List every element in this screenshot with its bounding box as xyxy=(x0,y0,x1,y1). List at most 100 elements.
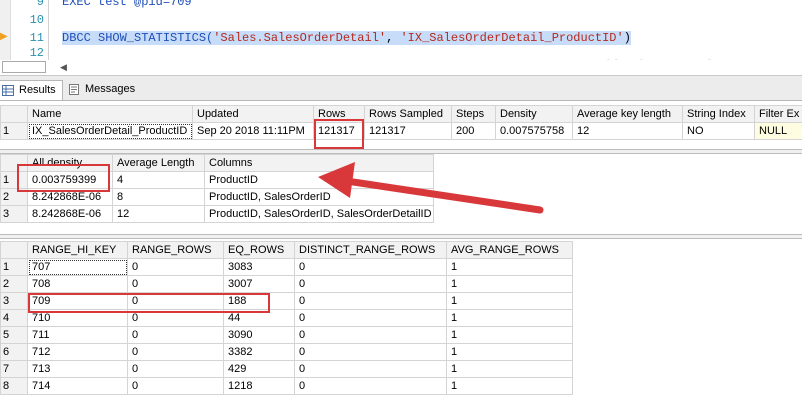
table-row[interactable]: 1 707 0 3083 0 1 xyxy=(0,258,573,276)
table-cell[interactable]: 3007 xyxy=(223,275,295,293)
table-cell[interactable]: 1 xyxy=(446,292,573,310)
tab-messages[interactable]: Messages xyxy=(63,80,141,100)
table-cell[interactable]: 8 xyxy=(112,188,205,206)
table-cell[interactable]: 0 xyxy=(294,326,447,344)
header-row: Name Updated Rows Rows Sampled Steps Den… xyxy=(0,105,802,123)
histogram-grid[interactable]: RANGE_HI_KEY RANGE_ROWS EQ_ROWS DISTINCT… xyxy=(0,241,802,414)
table-cell[interactable]: 1 xyxy=(446,309,573,327)
code-keyword: DBCC SHOW_STATISTICS( xyxy=(62,31,214,45)
table-cell[interactable]: 0 xyxy=(127,377,224,395)
table-cell[interactable]: 0 xyxy=(294,360,447,378)
row-number[interactable]: 5 xyxy=(0,326,28,344)
table-cell[interactable]: 0 xyxy=(294,309,447,327)
table-cell[interactable]: 1 xyxy=(446,360,573,378)
row-number[interactable]: 1 xyxy=(0,122,28,140)
column-header[interactable]: RANGE_ROWS xyxy=(127,241,224,259)
code-line[interactable]: 10 xyxy=(0,13,802,27)
table-cell[interactable]: 200 xyxy=(451,122,496,140)
table-row[interactable]: 1 IX_SalesOrderDetail_ProductID Sep 20 2… xyxy=(0,122,802,140)
table-cell[interactable]: 1 xyxy=(446,343,573,361)
histogram-table: RANGE_HI_KEY RANGE_ROWS EQ_ROWS DISTINCT… xyxy=(0,241,573,395)
line-number: 11 xyxy=(29,31,44,45)
table-row[interactable]: 6 712 0 3382 0 1 xyxy=(0,343,573,361)
row-number-header[interactable] xyxy=(0,105,28,123)
row-number[interactable]: 3 xyxy=(0,205,28,223)
row-number[interactable]: 4 xyxy=(0,309,28,327)
table-cell-null[interactable]: NULL xyxy=(754,122,802,140)
column-header[interactable]: DISTINCT_RANGE_ROWS xyxy=(294,241,447,259)
row-number[interactable]: 2 xyxy=(0,275,28,293)
zoom-dropdown[interactable] xyxy=(2,61,46,73)
table-cell[interactable]: 12 xyxy=(572,122,683,140)
grid-icon xyxy=(2,85,14,96)
table-cell[interactable]: 708 xyxy=(27,275,128,293)
column-header[interactable]: Density xyxy=(495,105,573,123)
annotation-arrow-icon xyxy=(318,162,544,214)
table-row[interactable]: 2 708 0 3007 0 1 xyxy=(0,275,573,293)
row-number-header[interactable] xyxy=(0,241,28,259)
table-row[interactable]: 7 713 0 429 0 1 xyxy=(0,360,573,378)
message-icon xyxy=(69,84,79,95)
code-separator: , xyxy=(386,31,401,45)
stats-header-grid[interactable]: Name Updated Rows Rows Sampled Steps Den… xyxy=(0,105,802,153)
scroll-left-icon[interactable]: ◀ xyxy=(60,61,70,73)
table-row[interactable]: 8 714 0 1218 0 1 xyxy=(0,377,573,395)
table-row[interactable]: 5 711 0 3090 0 1 xyxy=(0,326,573,344)
table-cell[interactable]: 4 xyxy=(112,171,205,189)
table-cell[interactable]: 1 xyxy=(446,326,573,344)
tab-results[interactable]: Results xyxy=(0,80,63,100)
grid-splitter[interactable] xyxy=(0,234,802,239)
column-header[interactable]: Average key length xyxy=(572,105,683,123)
code-line[interactable]: 9 EXEC test @pid=709 xyxy=(0,0,802,9)
column-header[interactable]: Steps xyxy=(451,105,496,123)
code-line-selected[interactable]: 11 DBCC SHOW_STATISTICS('Sales.SalesOrde… xyxy=(0,31,802,45)
table-cell[interactable]: 1 xyxy=(446,258,573,276)
row-number[interactable]: 8 xyxy=(0,377,28,395)
column-header[interactable]: String Index xyxy=(682,105,755,123)
table-cell[interactable]: 0 xyxy=(127,275,224,293)
table-cell[interactable]: 121317 xyxy=(364,122,452,140)
row-number[interactable]: 7 xyxy=(0,360,28,378)
row-number[interactable]: 1 xyxy=(0,258,28,276)
table-cell[interactable]: 0 xyxy=(127,258,224,276)
table-cell[interactable]: NO xyxy=(682,122,755,140)
table-cell[interactable]: 0 xyxy=(294,292,447,310)
table-cell[interactable]: 0 xyxy=(294,343,447,361)
table-cell[interactable]: 12 xyxy=(112,205,205,223)
table-cell[interactable]: 3090 xyxy=(223,326,295,344)
table-cell[interactable]: 707 xyxy=(27,258,128,276)
table-cell[interactable]: 0 xyxy=(294,258,447,276)
column-header[interactable]: Updated xyxy=(192,105,314,123)
column-header[interactable]: Rows Sampled xyxy=(364,105,452,123)
table-cell[interactable]: Sep 20 2018 11:11PM xyxy=(192,122,314,140)
table-cell[interactable]: 8.242868E-06 xyxy=(27,205,113,223)
column-header[interactable]: AVG_RANGE_ROWS xyxy=(446,241,573,259)
row-number[interactable]: 3 xyxy=(0,292,28,310)
table-cell[interactable]: 714 xyxy=(27,377,128,395)
table-cell[interactable]: 3382 xyxy=(223,343,295,361)
table-cell[interactable]: 713 xyxy=(27,360,128,378)
table-cell[interactable]: 3083 xyxy=(223,258,295,276)
table-cell[interactable]: 0 xyxy=(294,377,447,395)
header-row: RANGE_HI_KEY RANGE_ROWS EQ_ROWS DISTINCT… xyxy=(0,241,573,259)
table-cell[interactable]: 1 xyxy=(446,377,573,395)
column-header[interactable]: Name xyxy=(27,105,193,123)
table-cell[interactable]: 712 xyxy=(27,343,128,361)
row-number[interactable]: 6 xyxy=(0,343,28,361)
table-cell[interactable]: IX_SalesOrderDetail_ProductID xyxy=(27,122,193,140)
code-string: 'IX_SalesOrderDetail_ProductID' xyxy=(400,31,624,45)
column-header[interactable]: Average Length xyxy=(112,154,205,172)
table-cell[interactable]: 0 xyxy=(294,275,447,293)
column-header[interactable]: EQ_ROWS xyxy=(223,241,295,259)
table-cell[interactable]: 711 xyxy=(27,326,128,344)
table-cell[interactable]: 1218 xyxy=(223,377,295,395)
table-cell[interactable]: 0 xyxy=(127,360,224,378)
table-cell[interactable]: 0 xyxy=(127,343,224,361)
column-header[interactable]: RANGE_HI_KEY xyxy=(27,241,128,259)
column-header[interactable]: Filter Ex xyxy=(754,105,802,123)
table-cell[interactable]: 0.007575758 xyxy=(495,122,573,140)
table-cell[interactable]: 1 xyxy=(446,275,573,293)
table-cell[interactable]: 429 xyxy=(223,360,295,378)
line-number: 10 xyxy=(29,13,44,27)
table-cell[interactable]: 0 xyxy=(127,326,224,344)
